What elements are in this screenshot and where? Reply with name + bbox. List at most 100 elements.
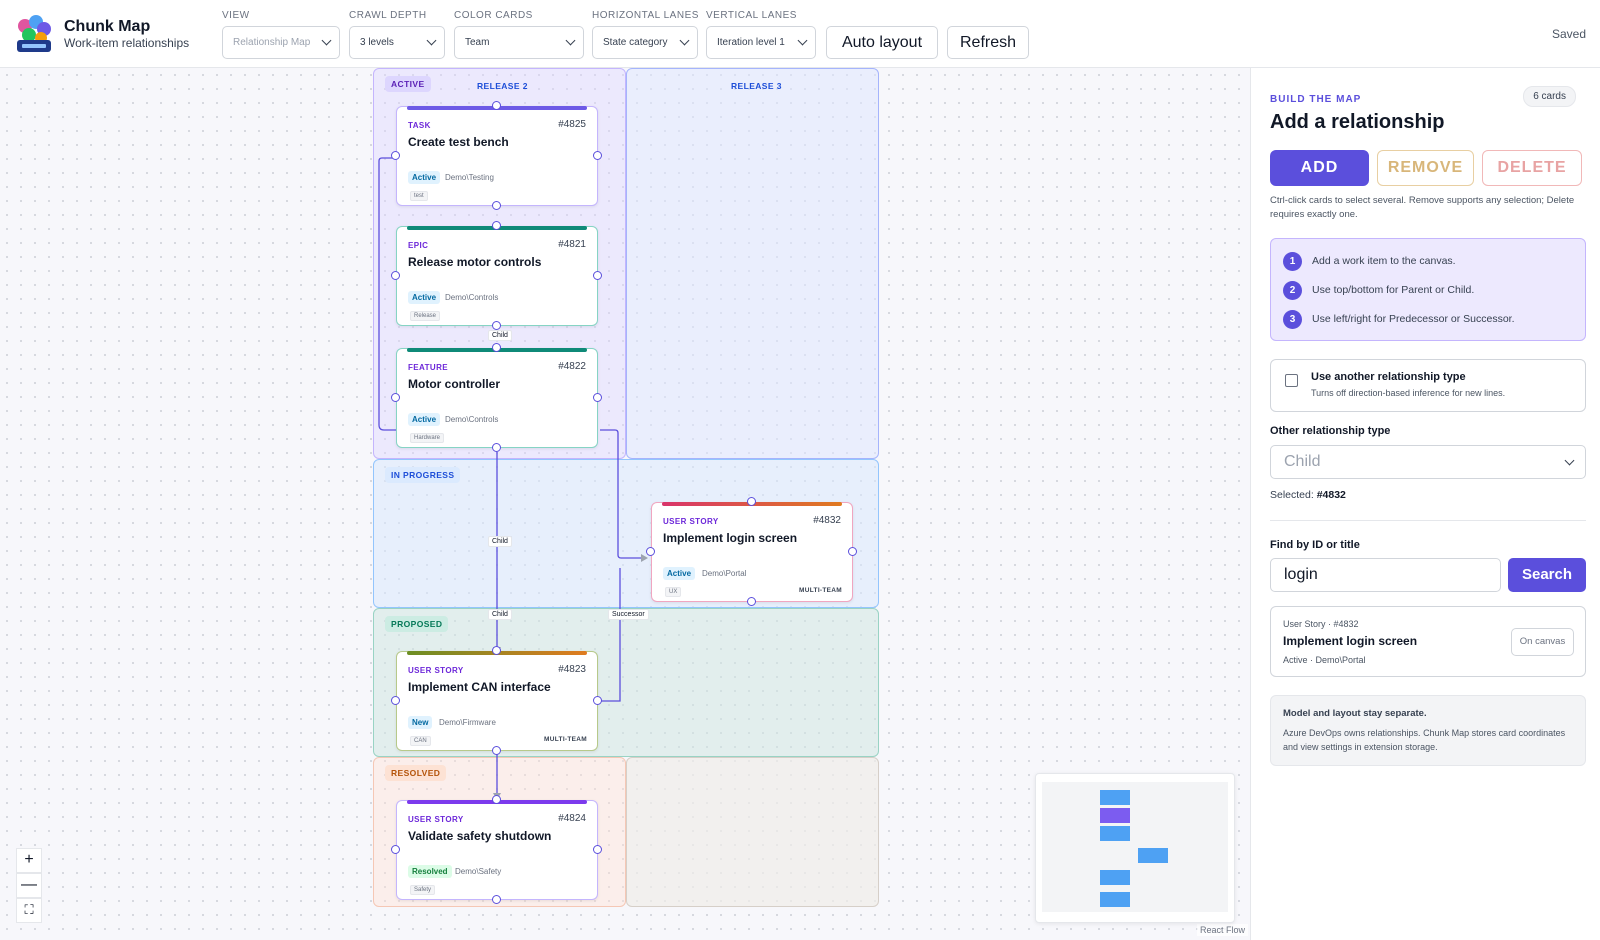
connection-handle[interactable] <box>391 845 400 854</box>
card-id: #4824 <box>558 813 586 824</box>
minimap[interactable] <box>1035 773 1235 923</box>
connection-handle[interactable] <box>391 393 400 402</box>
work-item-card-4832[interactable]: USER STORY #4832 Implement login screen … <box>651 502 853 602</box>
connection-handle[interactable] <box>492 101 501 110</box>
connection-handle[interactable] <box>492 343 501 352</box>
multi-team-badge: MULTI-TEAM <box>544 736 587 743</box>
instruction-steps: 1 Add a work item to the canvas. 2 Use t… <box>1270 238 1586 341</box>
work-item-card-4824[interactable]: USER STORY #4824 Validate safety shutdow… <box>396 800 598 900</box>
panel-divider <box>1270 520 1586 521</box>
card-title: Validate safety shutdown <box>408 829 552 843</box>
edge-successor-4822-4832 <box>600 429 646 559</box>
vertical-lanes-select[interactable]: Iteration level 1 <box>706 26 816 59</box>
search-result[interactable]: User Story · #4832 Implement login scree… <box>1270 606 1586 677</box>
fit-view-button[interactable]: ⛶ <box>16 898 42 923</box>
connection-handle[interactable] <box>492 443 501 452</box>
vertical-lanes-label: VERTICAL LANES <box>706 10 797 21</box>
minimap-node <box>1138 848 1168 863</box>
auto-layout-button[interactable]: Auto layout <box>826 26 938 59</box>
state-badge: Resolved <box>408 865 452 878</box>
connection-handle[interactable] <box>593 845 602 854</box>
connection-handle[interactable] <box>593 393 602 402</box>
relationship-type-value: Child <box>1284 453 1321 470</box>
edge-label-child: Child <box>488 609 512 620</box>
zoom-in-button[interactable]: + <box>16 848 42 873</box>
card-title: Implement CAN interface <box>408 680 551 694</box>
horizontal-lanes-value: State category <box>603 37 668 48</box>
connection-handle[interactable] <box>646 547 655 556</box>
card-tag: Safety <box>410 885 436 895</box>
connection-handle[interactable] <box>391 151 400 160</box>
card-area-path: Demo\Safety <box>455 867 502 876</box>
search-button[interactable]: Search <box>1508 558 1586 592</box>
search-input[interactable]: login <box>1270 558 1501 592</box>
chevron-down-icon <box>679 35 690 46</box>
refresh-button[interactable]: Refresh <box>947 26 1029 59</box>
remove-button[interactable]: REMOVE <box>1377 150 1474 186</box>
card-tag: CAN <box>410 736 431 746</box>
delete-button[interactable]: DELETE <box>1482 150 1582 186</box>
state-badge: Active <box>663 567 696 580</box>
connection-handle[interactable] <box>391 271 400 280</box>
chunk-map-logo <box>14 14 54 54</box>
connection-handle[interactable] <box>492 795 501 804</box>
view-select[interactable]: Relationship Map <box>222 26 340 59</box>
connection-handle[interactable] <box>593 271 602 280</box>
state-badge: Active <box>408 171 441 184</box>
connection-handle[interactable] <box>492 321 501 330</box>
horizontal-lanes-select[interactable]: State category <box>592 26 698 59</box>
connection-handle[interactable] <box>492 895 501 904</box>
relationship-type-select[interactable]: Child <box>1270 445 1586 479</box>
result-title: Implement login screen <box>1283 634 1418 648</box>
work-item-card-4822[interactable]: FEATURE #4822 Motor controller Active De… <box>396 348 598 448</box>
color-cards-select[interactable]: Team <box>454 26 584 59</box>
another-relationship-checkbox[interactable] <box>1285 374 1298 387</box>
selection-hint: Ctrl-click cards to select several. Remo… <box>1270 195 1575 220</box>
work-item-card-4821[interactable]: EPIC #4821 Release motor controls Active… <box>396 226 598 326</box>
connection-handle[interactable] <box>593 151 602 160</box>
connection-handle[interactable] <box>848 547 857 556</box>
edge-label-child: Child <box>488 330 512 341</box>
card-tag: Release <box>410 311 441 321</box>
connection-handle[interactable] <box>593 696 602 705</box>
connection-handle[interactable] <box>492 221 501 230</box>
card-type: USER STORY <box>663 517 719 526</box>
connection-handle[interactable] <box>391 696 400 705</box>
connection-handle[interactable] <box>747 597 756 606</box>
info-note: Model and layout stay separate. Azure De… <box>1270 695 1586 766</box>
another-relationship-option[interactable]: Use another relationship type Turns off … <box>1270 359 1586 412</box>
work-item-card-4825[interactable]: TASK #4825 Create test bench Active Demo… <box>396 106 598 206</box>
state-badge: Active <box>408 291 441 304</box>
option-subtitle: Turns off direction-based inference for … <box>1311 388 1506 398</box>
card-title: Release motor controls <box>408 255 542 269</box>
card-title: Implement login screen <box>663 531 798 545</box>
state-badge: Active <box>408 413 441 426</box>
add-button[interactable]: ADD <box>1270 150 1369 186</box>
connection-handle[interactable] <box>492 746 501 755</box>
panel-title: Add a relationship <box>1270 111 1445 133</box>
connection-handle[interactable] <box>492 646 501 655</box>
crawl-depth-select[interactable]: 3 levels <box>349 26 445 59</box>
card-title: Create test bench <box>408 135 509 149</box>
crawl-depth-value: 3 levels <box>360 37 394 48</box>
option-title: Use another relationship type <box>1311 371 1466 383</box>
minimap-node <box>1100 892 1130 907</box>
card-type: TASK <box>408 121 431 130</box>
on-canvas-button[interactable]: On canvas <box>1511 628 1574 656</box>
minimap-node <box>1100 790 1130 805</box>
card-id: #4823 <box>558 664 586 675</box>
react-flow-attribution[interactable]: React Flow <box>1197 924 1249 936</box>
chevron-down-icon <box>1564 455 1575 466</box>
zoom-out-button[interactable]: — <box>16 873 42 898</box>
card-tag: Hardware <box>410 433 445 443</box>
app-subtitle: Work-item relationships <box>64 36 190 50</box>
card-area-path: Demo\Portal <box>702 569 747 578</box>
card-id: #4822 <box>558 361 586 372</box>
connection-handle[interactable] <box>747 497 756 506</box>
connection-handle[interactable] <box>492 201 501 210</box>
edge-label-child: Child <box>488 536 512 547</box>
card-area-path: Demo\Controls <box>445 415 499 424</box>
view-select-value: Relationship Map <box>233 37 311 48</box>
work-item-card-4823[interactable]: USER STORY #4823 Implement CAN interface… <box>396 651 598 751</box>
minimap-node <box>1100 870 1130 885</box>
